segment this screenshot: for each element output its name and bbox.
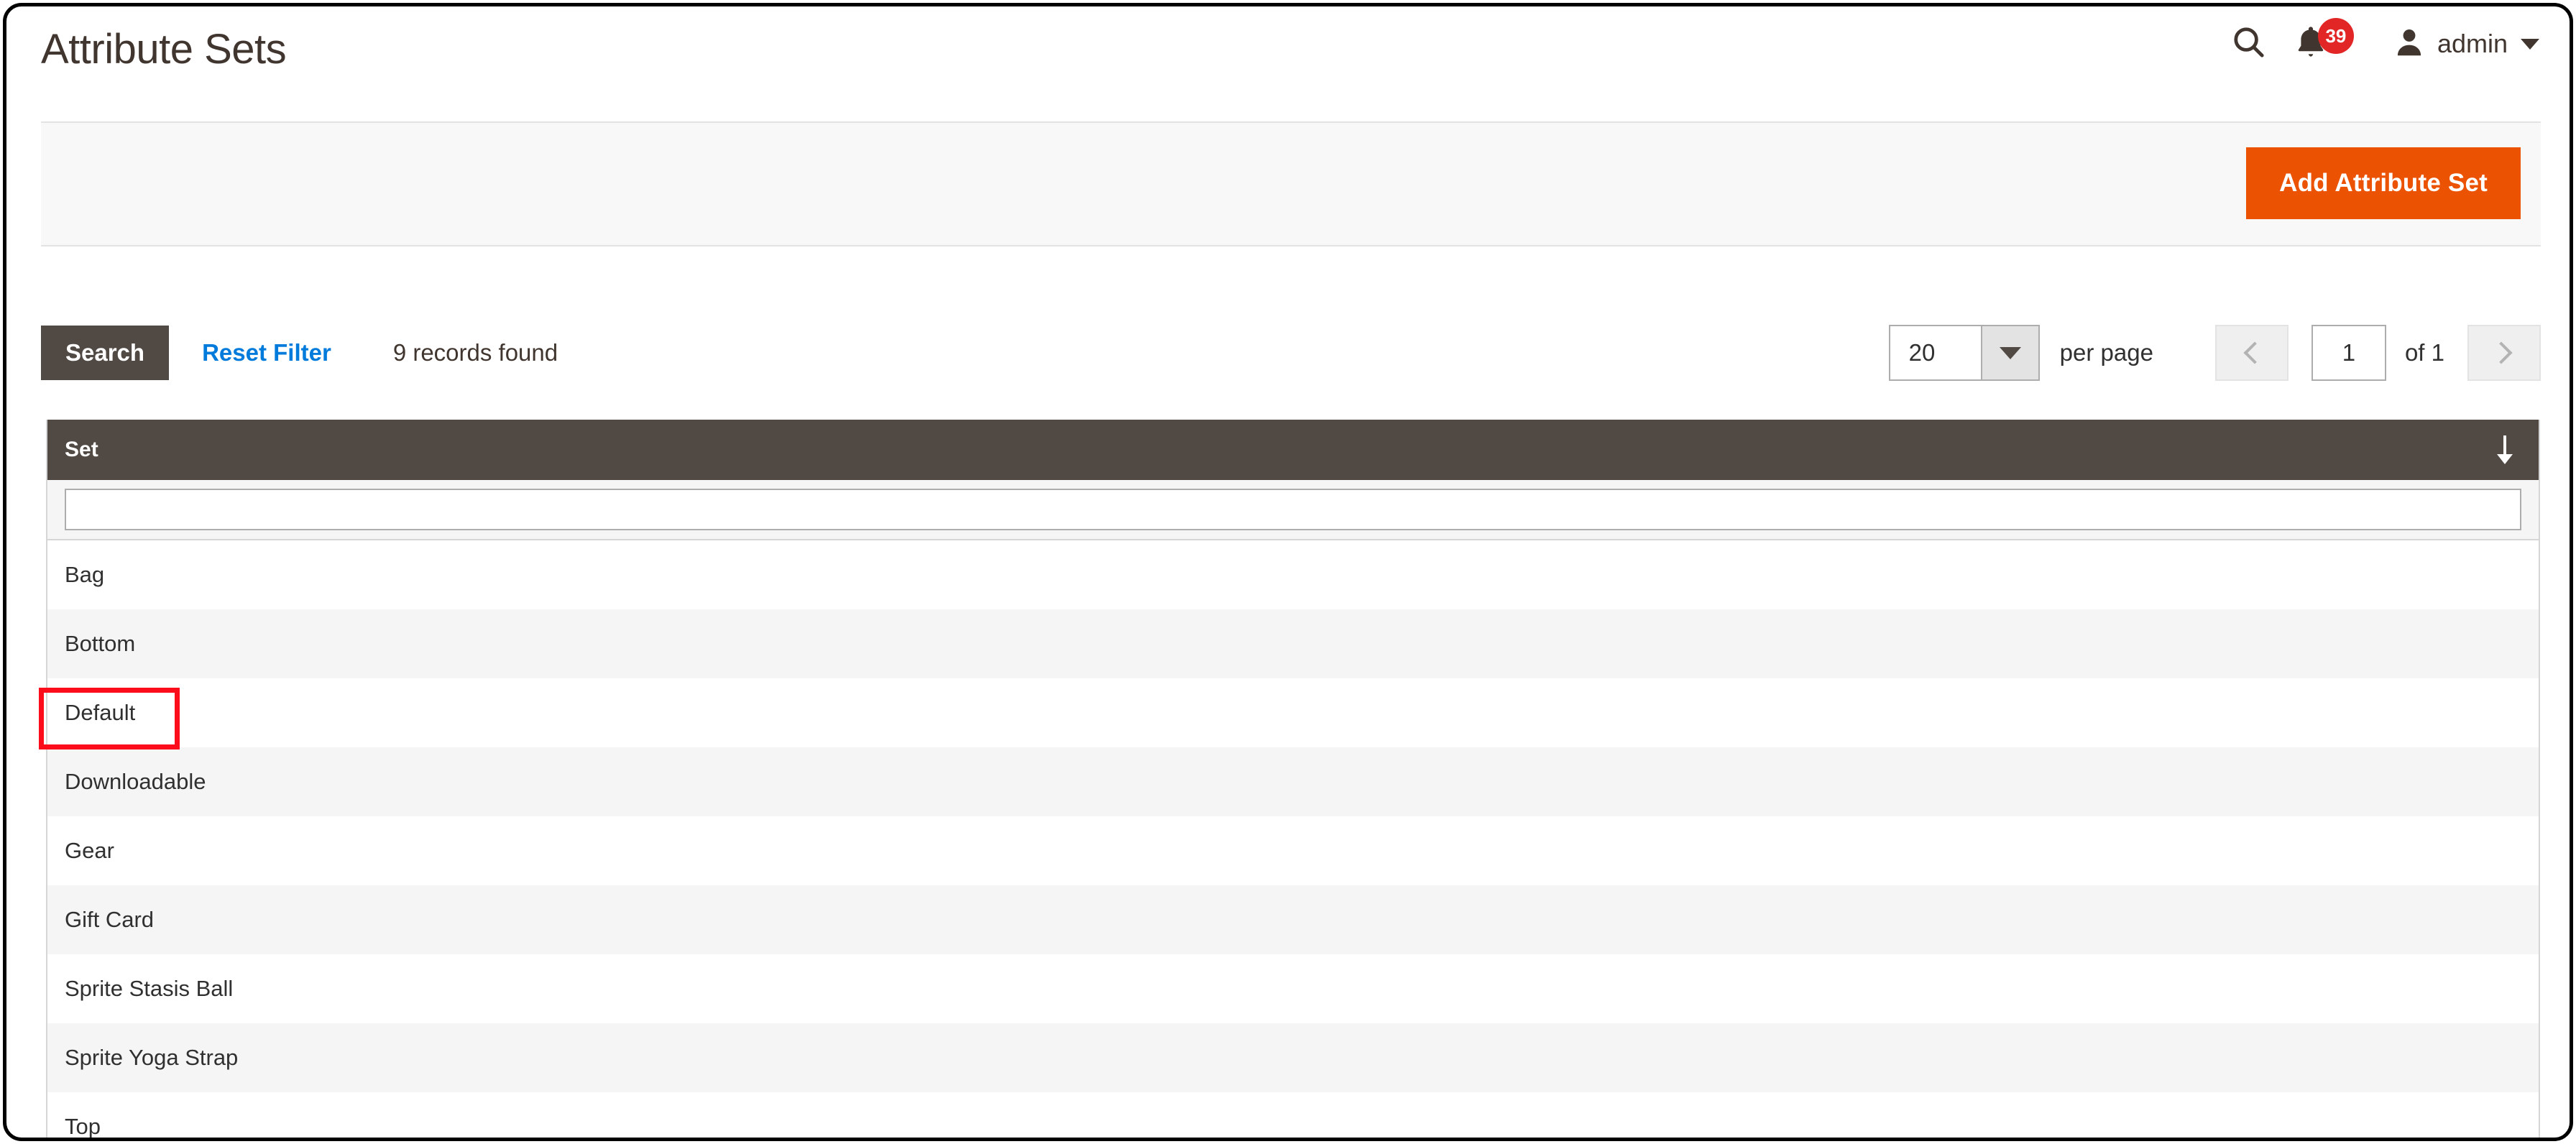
table-row[interactable]: Gift Card (47, 885, 2539, 954)
cell-set: Top (65, 1114, 101, 1139)
chevron-right-icon (2490, 341, 2513, 364)
table-row[interactable]: Bottom (47, 609, 2539, 678)
cell-set: Default (65, 700, 136, 725)
notifications-button[interactable]: 39 (2283, 17, 2377, 71)
chevron-left-icon (2243, 341, 2266, 364)
page-header: Attribute Sets 39 admin (6, 6, 2570, 107)
grid-body: Bag Bottom Default Downloadable Gear Gift Car… (47, 540, 2539, 1139)
page-actions-bar: Add Attribute Set (41, 121, 2541, 246)
cell-set: Sprite Yoga Strap (65, 1045, 239, 1070)
grid-filter-row (47, 480, 2539, 540)
grid-toolbar-left: Search Reset Filter 9 records found (41, 315, 558, 390)
cell-set: Downloadable (65, 769, 206, 794)
chevron-down-icon (1980, 326, 2038, 379)
per-page-select[interactable]: 20 (1888, 325, 2040, 381)
sort-arrow-down-icon[interactable] (2497, 435, 2513, 464)
cell-set: Sprite Stasis Ball (65, 976, 234, 1001)
admin-user-name: admin (2437, 29, 2508, 58)
cell-set: Bag (65, 562, 105, 587)
table-row[interactable]: Gear (47, 816, 2539, 885)
table-row[interactable]: Sprite Stasis Ball (47, 954, 2539, 1023)
total-pages-label: of 1 (2404, 339, 2444, 366)
search-button-grid[interactable]: Search (41, 326, 170, 380)
admin-user-menu[interactable]: admin (2377, 17, 2539, 71)
attribute-sets-grid: Set Bag Bottom Default Downloadable Gear Gift… (46, 420, 2540, 1139)
browser-viewport: Attribute Sets 39 admin Add Attribute Se… (3, 3, 2573, 1141)
next-page-button[interactable] (2467, 325, 2541, 381)
grid-pagination: 20 per page of 1 (1888, 315, 2541, 390)
current-page-input[interactable] (2311, 325, 2386, 381)
header-actions: 39 admin (2214, 17, 2539, 71)
per-page-value: 20 (1908, 339, 1936, 366)
previous-page-button[interactable] (2214, 325, 2288, 381)
cell-set: Gift Card (65, 907, 155, 932)
column-header-set[interactable]: Set (47, 438, 98, 462)
table-row[interactable]: Default (47, 678, 2539, 747)
search-icon (2230, 24, 2268, 65)
user-avatar-icon (2393, 25, 2426, 63)
per-page-label: per page (2059, 339, 2153, 366)
table-row[interactable]: Bag (47, 540, 2539, 609)
add-attribute-set-button[interactable]: Add Attribute Set (2246, 147, 2521, 219)
records-found-label: 9 records found (392, 339, 558, 366)
table-row[interactable]: Sprite Yoga Strap (47, 1023, 2539, 1092)
cell-set: Gear (65, 838, 114, 863)
page-title: Attribute Sets (41, 26, 287, 73)
chevron-down-icon (2521, 38, 2539, 50)
table-row[interactable]: Top (47, 1092, 2539, 1139)
grid-header-row: Set (47, 420, 2539, 480)
notification-count-badge: 39 (2317, 18, 2354, 54)
cell-set: Bottom (65, 631, 136, 656)
reset-filter-link[interactable]: Reset Filter (202, 339, 331, 366)
search-button[interactable] (2214, 17, 2283, 71)
table-row[interactable]: Downloadable (47, 747, 2539, 816)
set-filter-input[interactable] (65, 489, 2521, 530)
grid-toolbar: Search Reset Filter 9 records found 20 p… (41, 315, 2541, 390)
